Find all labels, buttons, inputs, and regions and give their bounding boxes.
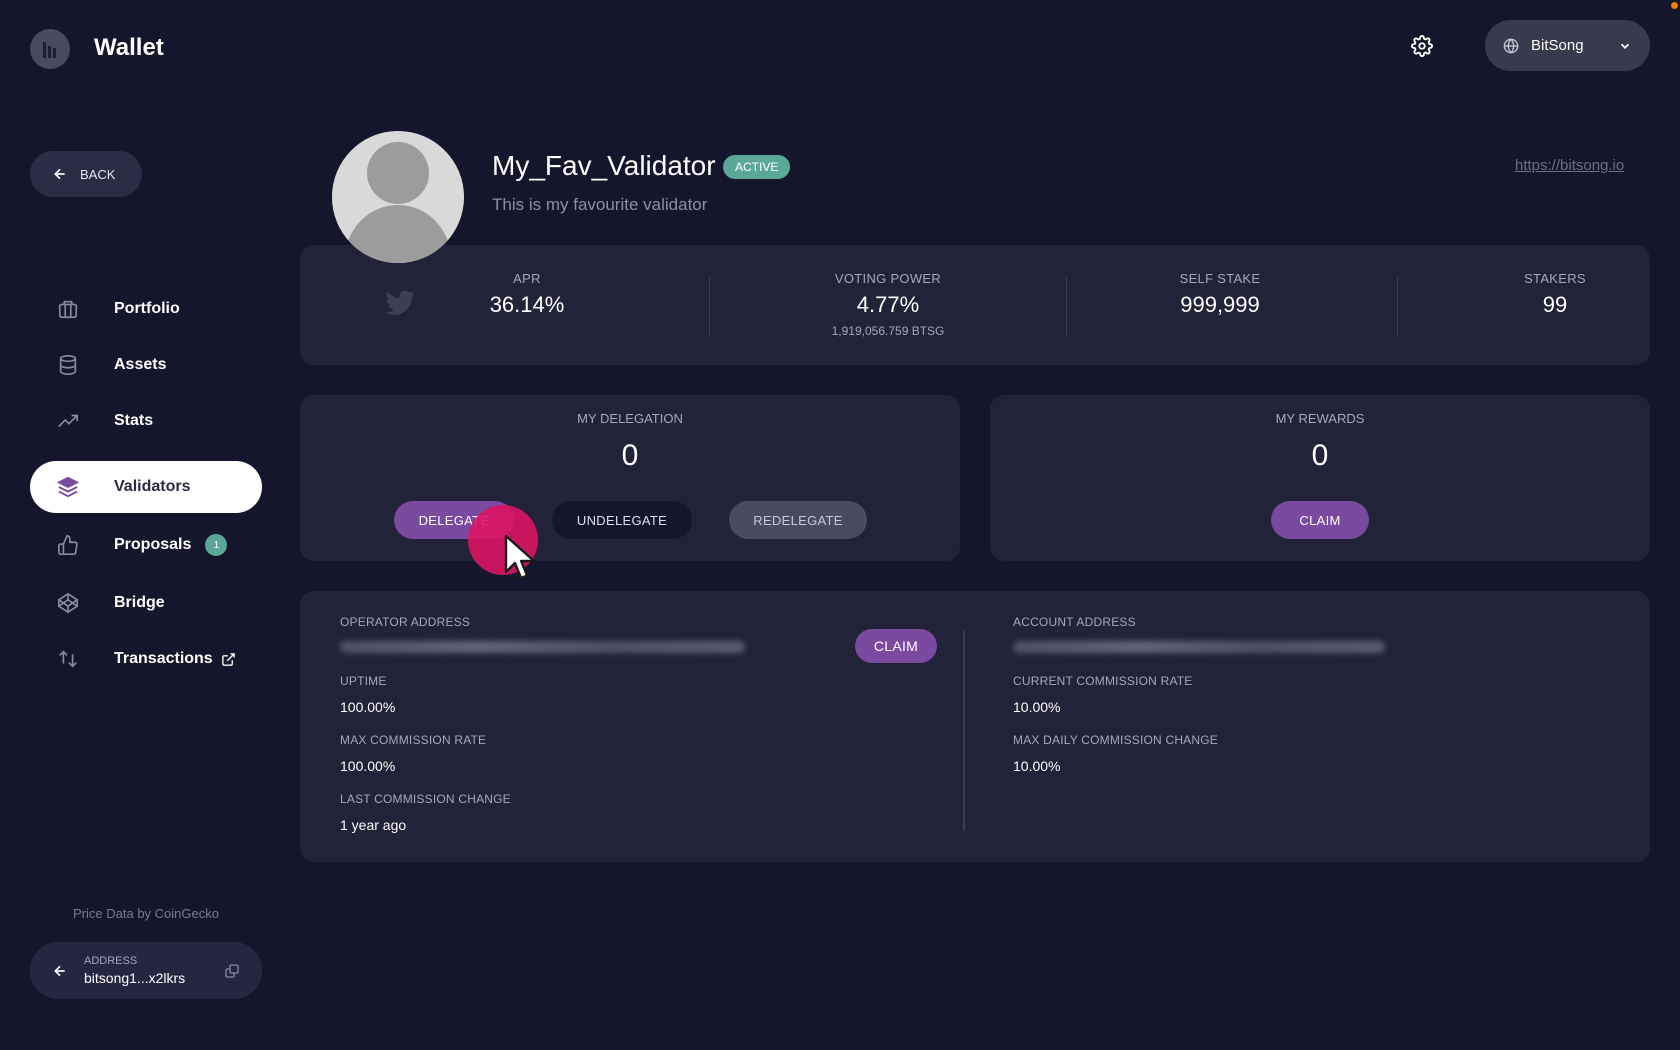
sidebar-item-label: Assets xyxy=(114,356,167,373)
self-stake-value: 999,999 xyxy=(1180,292,1260,317)
arrow-left-icon xyxy=(54,168,65,180)
account-address-value xyxy=(1013,641,1385,653)
my-rewards-card: MY REWARDS 0 CLAIM xyxy=(990,395,1650,561)
max-commission-rate-label: MAX COMMISSION RATE xyxy=(340,733,487,747)
max-commission-rate-value: 100.00% xyxy=(340,758,396,774)
last-commission-change-label: LAST COMMISSION CHANGE xyxy=(340,792,511,806)
thumbs-up-icon xyxy=(56,533,80,557)
sidebar-item-validators[interactable]: Validators xyxy=(30,461,262,513)
arrow-left-icon[interactable] xyxy=(52,963,68,979)
operator-address-value xyxy=(340,641,745,653)
sidebar-item-transactions[interactable]: Transactions xyxy=(30,633,262,685)
operator-address-label: OPERATOR ADDRESS xyxy=(340,615,471,629)
bridge-icon xyxy=(56,591,80,615)
chevron-down-icon xyxy=(1620,43,1630,49)
network-selector[interactable]: BitSong xyxy=(1485,20,1650,71)
settings-button[interactable] xyxy=(1410,34,1434,58)
voting-power-amount: 1,919,056.759 BTSG xyxy=(831,324,945,338)
layers-icon xyxy=(56,475,80,499)
back-button[interactable]: BACK xyxy=(30,151,142,197)
uptime-label: UPTIME xyxy=(340,674,387,688)
globe-icon xyxy=(1503,37,1519,54)
trending-up-icon xyxy=(56,409,80,433)
gear-icon xyxy=(1411,35,1433,57)
validator-name: My_Fav_Validator xyxy=(492,150,716,181)
delegation-title: MY DELEGATION xyxy=(577,411,683,426)
address-label: ADDRESS xyxy=(84,955,138,967)
validator-stats-card: APR 36.14% VOTING POWER 4.77% 1,919,056.… xyxy=(300,245,1650,365)
rewards-title: MY REWARDS xyxy=(1275,411,1365,426)
sidebar-item-stats[interactable]: Stats xyxy=(30,395,262,447)
sidebar-item-portfolio[interactable]: Portfolio xyxy=(30,283,262,335)
account-address-label: ACCOUNT ADDRESS xyxy=(1013,615,1136,629)
swap-icon xyxy=(56,647,80,671)
stats-divider xyxy=(1397,277,1398,337)
current-commission-rate-label: CURRENT COMMISSION RATE xyxy=(1013,674,1193,688)
network-name: BitSong xyxy=(1531,37,1584,54)
voting-power-value: 4.77% xyxy=(856,292,920,317)
voting-power-label: VOTING POWER xyxy=(834,271,942,286)
app: Wallet BitSong BACK Portfolio Assets Sta… xyxy=(0,0,1680,1050)
briefcase-icon xyxy=(56,297,80,321)
notification-dot xyxy=(1671,2,1678,9)
sidebar-item-label: Portfolio xyxy=(114,300,180,317)
app-title: Wallet xyxy=(94,34,164,61)
price-data-credit: Price Data by CoinGecko xyxy=(73,906,219,921)
last-commission-change-value: 1 year ago xyxy=(340,817,407,833)
twitter-icon[interactable] xyxy=(385,290,415,316)
apr-value: 36.14% xyxy=(489,292,565,317)
uptime-value: 100.00% xyxy=(340,699,396,715)
max-daily-commission-change-label: MAX DAILY COMMISSION CHANGE xyxy=(1013,733,1218,747)
stats-divider xyxy=(1066,277,1067,337)
bars-logo-icon xyxy=(43,42,56,58)
proposals-count-badge: 1 xyxy=(205,534,228,556)
apr-label: APR xyxy=(513,271,541,286)
user-placeholder-icon xyxy=(332,131,464,263)
address-text: ADDRESS bitsong1...x2lkrs xyxy=(84,955,224,986)
sidebar-item-label: Transactions xyxy=(114,650,213,667)
stakers-value: 99 xyxy=(1542,292,1568,317)
max-daily-commission-change-value: 10.00% xyxy=(1013,758,1061,774)
sidebar-item-label: Validators xyxy=(114,478,191,495)
delegation-value: 0 xyxy=(621,439,639,472)
sidebar-item-label: Bridge xyxy=(114,594,165,611)
stats-divider xyxy=(709,277,710,337)
wallet-logo xyxy=(30,29,70,69)
back-label: BACK xyxy=(80,166,116,182)
sidebar-item-bridge[interactable]: Bridge xyxy=(30,577,262,629)
database-icon xyxy=(56,353,80,377)
validator-description: This is my favourite validator xyxy=(492,195,708,214)
undelegate-button[interactable]: UNDELEGATE xyxy=(552,501,692,539)
stakers-label: STAKERS xyxy=(1524,271,1586,286)
mouse-cursor-icon xyxy=(504,534,544,587)
sidebar-item-assets[interactable]: Assets xyxy=(30,339,262,391)
apr-stat: APR 36.14% xyxy=(462,271,592,318)
sidebar-item-label: Stats xyxy=(114,412,154,429)
address-value: bitsong1...x2lkrs xyxy=(84,970,186,986)
address-box[interactable]: ADDRESS bitsong1...x2lkrs xyxy=(30,942,262,999)
self-stake-stat: SELF STAKE 999,999 xyxy=(1120,271,1320,318)
validator-website-link[interactable]: https://bitsong.io xyxy=(1515,157,1624,174)
current-commission-rate-value: 10.00% xyxy=(1013,699,1061,715)
claim-rewards-button[interactable]: CLAIM xyxy=(1271,501,1369,539)
rewards-value: 0 xyxy=(1311,439,1329,472)
validator-avatar xyxy=(332,131,464,263)
claim-commission-button[interactable]: CLAIM xyxy=(855,629,937,663)
validator-details-card: OPERATOR ADDRESS CLAIM UPTIME 100.00% MA… xyxy=(300,591,1650,862)
my-delegation-card: MY DELEGATION 0 DELEGATE UNDELEGATE REDE… xyxy=(300,395,960,561)
sidebar-item-label: Proposals xyxy=(114,536,192,553)
redelegate-button[interactable]: REDELEGATE xyxy=(729,501,867,539)
copy-icon[interactable] xyxy=(224,963,240,979)
self-stake-label: SELF STAKE xyxy=(1179,271,1261,286)
sidebar-item-proposals[interactable]: Proposals 1 xyxy=(30,519,262,571)
external-link-icon xyxy=(221,652,236,667)
stakers-stat: STAKERS 99 xyxy=(1495,271,1615,318)
voting-power-stat: VOTING POWER 4.77% 1,919,056.759 BTSG xyxy=(748,271,1028,338)
status-badge: ACTIVE xyxy=(723,155,791,179)
details-divider xyxy=(963,631,965,831)
